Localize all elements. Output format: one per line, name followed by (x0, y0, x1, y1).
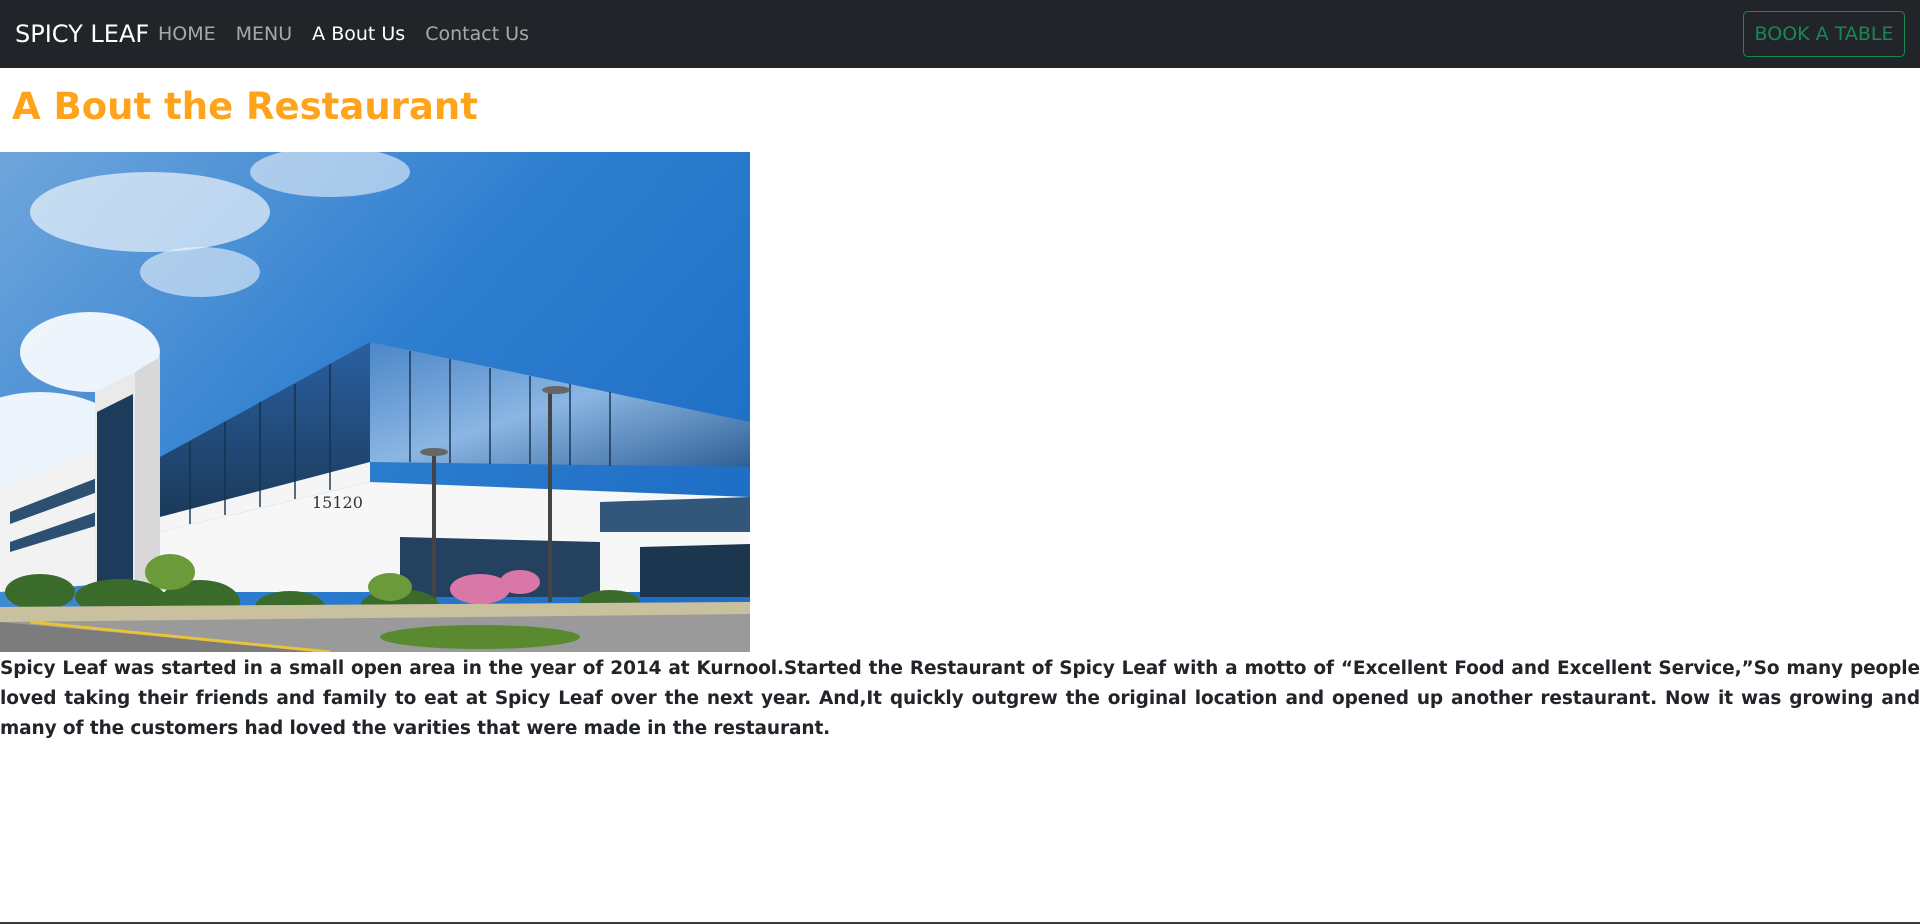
building-illustration: 15120 (0, 152, 750, 652)
brand-logo[interactable]: SPICY LEAF (15, 18, 149, 50)
building-number: 15120 (312, 493, 363, 512)
top-navbar: SPICY LEAF HOME MENU A Bout Us Contact U… (0, 0, 1920, 68)
restaurant-building-photo: 15120 (0, 152, 750, 652)
about-paragraph: Spicy Leaf was started in a small open a… (0, 658, 1920, 739)
nav-link-home[interactable]: HOME (158, 20, 216, 48)
nav-link-contact[interactable]: Contact Us (425, 20, 529, 48)
nav-links: HOME MENU A Bout Us Contact Us (158, 20, 549, 48)
page-title: A Bout the Restaurant (12, 85, 478, 128)
nav-link-menu[interactable]: MENU (236, 20, 293, 48)
book-table-button[interactable]: BOOK A TABLE (1743, 11, 1905, 57)
nav-link-about[interactable]: A Bout Us (312, 20, 405, 48)
